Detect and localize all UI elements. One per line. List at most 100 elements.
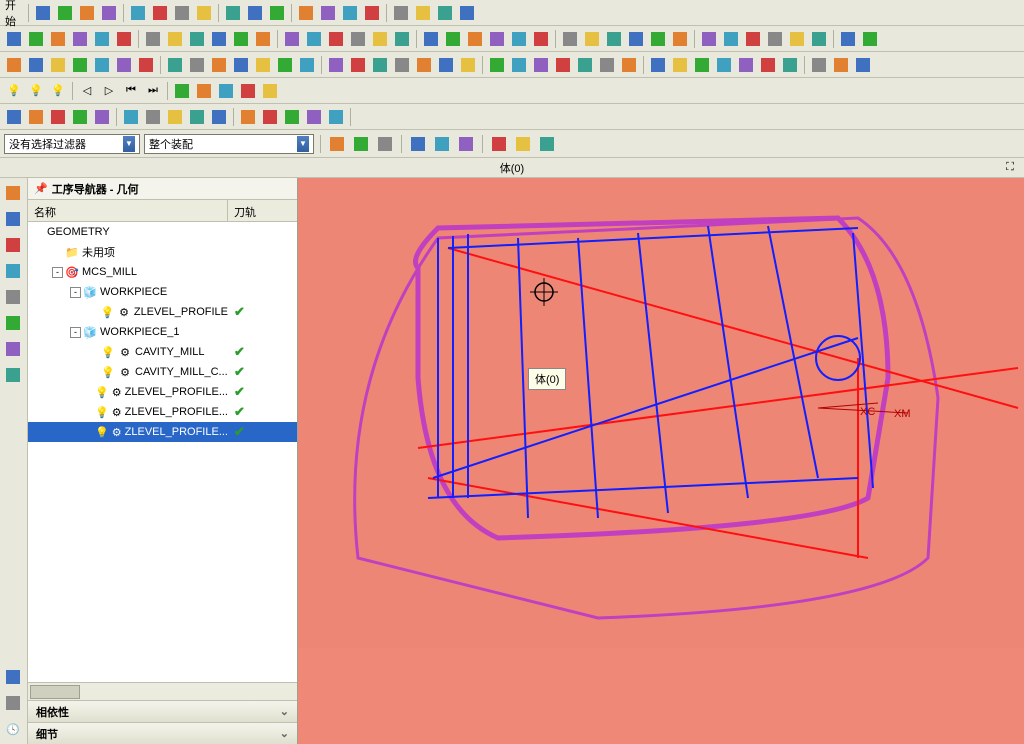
horizontal-scrollbar[interactable]: [28, 682, 297, 700]
nav-icon[interactable]: [2, 286, 24, 308]
tool-icon[interactable]: [48, 55, 68, 75]
tool-icon[interactable]: [296, 3, 316, 23]
col-name-header[interactable]: 名称: [28, 200, 228, 221]
tool-icon[interactable]: [238, 107, 258, 127]
tool-icon[interactable]: [143, 29, 163, 49]
tool-icon[interactable]: [531, 29, 551, 49]
tool-icon[interactable]: [392, 29, 412, 49]
tree-row[interactable]: 💡⚙ZLEVEL_PROFILE...✔: [28, 382, 297, 402]
tool-icon[interactable]: [327, 134, 347, 154]
tool-icon[interactable]: [92, 29, 112, 49]
tool-icon[interactable]: [33, 3, 53, 23]
nav-icon[interactable]: [2, 312, 24, 334]
tool-icon[interactable]: [489, 134, 509, 154]
tool-icon[interactable]: [765, 29, 785, 49]
tree-row[interactable]: 💡⚙ZLEVEL_PROFILE✔: [28, 302, 297, 322]
prev-icon[interactable]: ◁: [77, 81, 97, 101]
tool-icon[interactable]: [408, 134, 428, 154]
tool-icon[interactable]: [432, 134, 452, 154]
tool-icon[interactable]: [77, 3, 97, 23]
forward-icon[interactable]: ⏭: [143, 81, 163, 101]
tool-icon[interactable]: [326, 29, 346, 49]
nav-icon[interactable]: [2, 234, 24, 256]
tool-icon[interactable]: [194, 81, 214, 101]
tool-icon[interactable]: [392, 55, 412, 75]
tree-row[interactable]: 💡⚙CAVITY_MILL✔: [28, 342, 297, 362]
assembly-filter-dropdown[interactable]: 整个装配 ▼: [144, 134, 314, 154]
tool-icon[interactable]: [487, 29, 507, 49]
expand-icon[interactable]: ⛶: [1000, 158, 1020, 178]
tool-icon[interactable]: [70, 55, 90, 75]
bulb-icon[interactable]: 💡: [48, 81, 68, 101]
pin-icon[interactable]: 📌: [34, 182, 48, 195]
tool-icon[interactable]: [70, 107, 90, 127]
tool-icon[interactable]: [304, 29, 324, 49]
tool-icon[interactable]: [209, 55, 229, 75]
tool-icon[interactable]: [187, 107, 207, 127]
tool-icon[interactable]: [809, 55, 829, 75]
tool-icon[interactable]: [4, 55, 24, 75]
tool-icon[interactable]: [391, 3, 411, 23]
clock-icon[interactable]: 🕓: [2, 718, 24, 740]
next-icon[interactable]: ▷: [99, 81, 119, 101]
tool-icon[interactable]: [238, 81, 258, 101]
tool-icon[interactable]: [370, 55, 390, 75]
tool-icon[interactable]: [260, 107, 280, 127]
tool-icon[interactable]: [172, 81, 192, 101]
tool-icon[interactable]: [648, 55, 668, 75]
tool-icon[interactable]: [787, 29, 807, 49]
tool-icon[interactable]: [456, 134, 476, 154]
nav-icon[interactable]: [2, 364, 24, 386]
tree-row[interactable]: 💡⚙CAVITY_MILL_C...✔: [28, 362, 297, 382]
tool-icon[interactable]: [436, 55, 456, 75]
tool-icon[interactable]: [150, 3, 170, 23]
tool-icon[interactable]: [114, 55, 134, 75]
tool-icon[interactable]: [619, 55, 639, 75]
bulb-icon[interactable]: 💡: [26, 81, 46, 101]
tool-icon[interactable]: [487, 55, 507, 75]
tool-icon[interactable]: [114, 29, 134, 49]
selection-filter-dropdown[interactable]: 没有选择过滤器 ▼: [4, 134, 140, 154]
col-toolpath-header[interactable]: 刀轨: [228, 200, 297, 221]
tool-icon[interactable]: [143, 107, 163, 127]
tool-icon[interactable]: [48, 107, 68, 127]
tool-icon[interactable]: [809, 29, 829, 49]
tool-icon[interactable]: [513, 134, 533, 154]
tool-icon[interactable]: [92, 55, 112, 75]
tool-icon[interactable]: [318, 3, 338, 23]
tool-icon[interactable]: [55, 3, 75, 23]
tool-icon[interactable]: [260, 81, 280, 101]
tool-icon[interactable]: [340, 3, 360, 23]
tool-icon[interactable]: [670, 29, 690, 49]
tool-icon[interactable]: [326, 55, 346, 75]
nav-icon[interactable]: [2, 182, 24, 204]
tool-icon[interactable]: [670, 55, 690, 75]
tool-icon[interactable]: [838, 29, 858, 49]
tool-icon[interactable]: [351, 134, 371, 154]
tool-icon[interactable]: [209, 29, 229, 49]
tool-icon[interactable]: [853, 55, 873, 75]
tool-icon[interactable]: [165, 29, 185, 49]
tool-icon[interactable]: [187, 29, 207, 49]
tool-icon[interactable]: [575, 55, 595, 75]
tool-icon[interactable]: [435, 3, 455, 23]
tool-icon[interactable]: [297, 55, 317, 75]
tool-icon[interactable]: [582, 29, 602, 49]
tool-icon[interactable]: [70, 29, 90, 49]
tool-icon[interactable]: [537, 134, 557, 154]
tool-icon[interactable]: [531, 55, 551, 75]
tool-icon[interactable]: [165, 107, 185, 127]
tool-icon[interactable]: [282, 29, 302, 49]
tool-icon[interactable]: [421, 29, 441, 49]
tool-icon[interactable]: [699, 29, 719, 49]
tree-row[interactable]: -🧊WORKPIECE: [28, 282, 297, 302]
tool-icon[interactable]: [370, 29, 390, 49]
bulb-icon[interactable]: 💡: [4, 81, 24, 101]
tree-row[interactable]: 💡⚙ZLEVEL_PROFILE...✔: [28, 422, 297, 442]
tool-icon[interactable]: [92, 107, 112, 127]
tool-icon[interactable]: [860, 29, 880, 49]
nav-icon[interactable]: [2, 692, 24, 714]
tool-icon[interactable]: [245, 3, 265, 23]
tool-icon[interactable]: [560, 29, 580, 49]
tool-icon[interactable]: [26, 29, 46, 49]
